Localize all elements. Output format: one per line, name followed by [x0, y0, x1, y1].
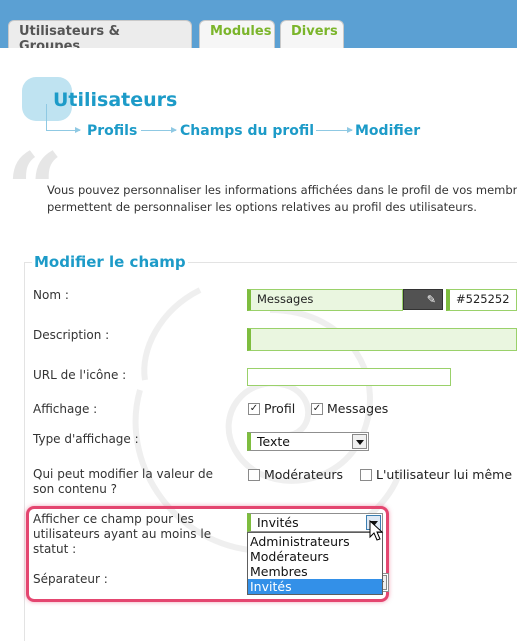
chevron-down-icon[interactable]: [352, 434, 367, 449]
checkbox-messages-label: Messages: [327, 401, 389, 416]
color-picker-button[interactable]: ✎: [403, 289, 443, 310]
option-membres[interactable]: Membres: [248, 564, 382, 579]
description-input[interactable]: [247, 328, 517, 351]
description-line-1: Vous pouvez personnaliser les informatio…: [47, 183, 517, 197]
page-description: Vous pouvez personnaliser les informatio…: [47, 182, 517, 216]
checkbox-profil-label: Profil: [264, 401, 296, 416]
checkbox-utilisateur-label: L'utilisateur lui même: [376, 467, 513, 482]
tab-utilisateurs-groupes[interactable]: Utilisateurs & Groupes: [8, 20, 192, 54]
breadcrumb-champs-du-profil[interactable]: Champs du profil: [180, 123, 314, 139]
breadcrumb-arrow-icon: [316, 127, 353, 133]
statut-dropdown-list: Administrateurs Modérateurs Membres Invi…: [247, 532, 383, 595]
color-hex-input[interactable]: #525252: [446, 289, 517, 311]
breadcrumb-modifier[interactable]: Modifier: [355, 123, 420, 139]
statut-select[interactable]: Invités: [247, 513, 383, 532]
type-affichage-value: Texte: [257, 434, 290, 449]
nom-input[interactable]: Messages: [247, 289, 403, 311]
mouse-cursor-icon: [369, 520, 384, 541]
qui-modifie-label: Qui peut modifier la valeur de son conte…: [33, 467, 213, 497]
paint-bucket-icon: ✎: [426, 293, 436, 306]
afficher-statut-label-line2: utilisateurs ayant au moins le: [33, 527, 212, 541]
breadcrumb-profils[interactable]: Profils: [87, 123, 137, 139]
checkbox-utilisateur[interactable]: [360, 469, 372, 481]
afficher-statut-label-line3: statut :: [33, 542, 77, 556]
nom-label: Nom :: [33, 288, 69, 302]
breadcrumb-arrow-icon: [141, 127, 177, 133]
panel-legend: Modifier le champ: [32, 253, 188, 271]
qui-modifie-label-line2: son contenu ?: [33, 482, 118, 496]
afficher-statut-label: Afficher ce champ pour les utilisateurs …: [33, 512, 211, 557]
checkbox-moderateurs[interactable]: [248, 469, 260, 481]
description-label: Description :: [33, 328, 110, 342]
affichage-label: Affichage :: [33, 402, 98, 416]
qui-modifie-label-line1: Qui peut modifier la valeur de: [33, 467, 214, 481]
type-affichage-label: Type d'affichage :: [33, 432, 139, 446]
checkbox-moderateurs-label: Modérateurs: [264, 467, 344, 482]
option-invites[interactable]: Invités: [248, 579, 382, 594]
type-affichage-select[interactable]: Texte: [247, 432, 369, 451]
icon-url-input[interactable]: [247, 368, 451, 386]
checkbox-messages[interactable]: ✓: [311, 403, 323, 415]
statut-select-value: Invités: [257, 515, 299, 530]
option-moderateurs[interactable]: Modérateurs: [248, 549, 382, 564]
description-line-2: permettent de personnaliser les options …: [47, 200, 477, 214]
tab-divers[interactable]: Divers: [280, 20, 344, 48]
tab-modules[interactable]: Modules: [199, 20, 275, 48]
checkbox-profil[interactable]: ✓: [248, 403, 260, 415]
page-title: Utilisateurs: [53, 89, 178, 111]
afficher-statut-label-line1: Afficher ce champ pour les: [33, 512, 194, 526]
breadcrumb: Profils Champs du profil Modifier: [46, 121, 446, 141]
option-administrateurs[interactable]: Administrateurs: [248, 534, 382, 549]
separateur-label: Séparateur :: [33, 572, 108, 586]
icon-url-label: URL de l'icône :: [33, 368, 127, 382]
